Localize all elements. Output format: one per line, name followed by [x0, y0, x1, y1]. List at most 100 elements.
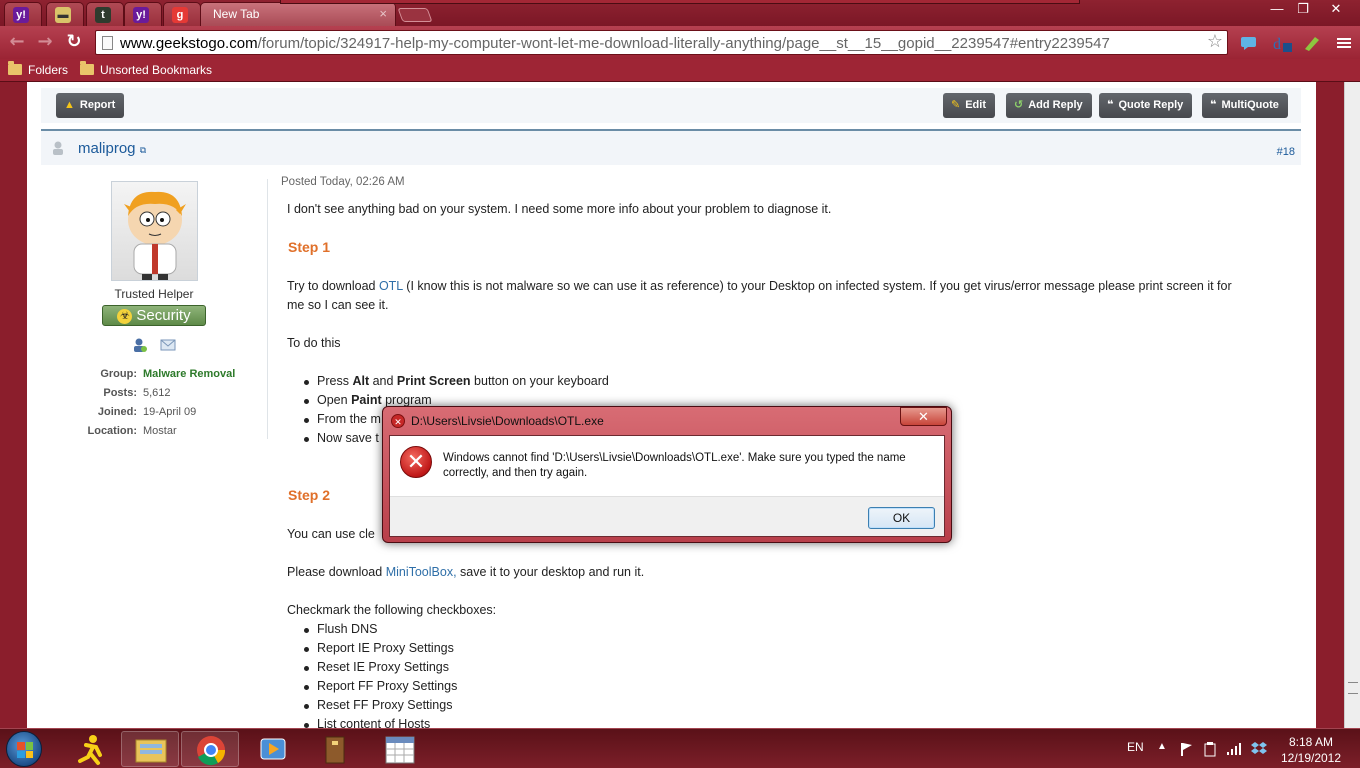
step2-heading: Step 2 — [288, 487, 331, 503]
taskbar-chrome[interactable] — [181, 731, 239, 767]
page-scrollbar[interactable] — [1344, 82, 1360, 728]
windows-logo-icon — [17, 742, 33, 758]
tab-2[interactable]: ▬ — [46, 2, 84, 26]
show-hidden-icons-icon[interactable]: ▲ — [1157, 741, 1167, 752]
page-viewport: ▲ Report ✎ Edit ↺ Add Reply ❝ Quote Reply ❝ M… — [0, 82, 1360, 728]
quote-reply-button[interactable]: ❝ Quote Reply — [1099, 93, 1193, 118]
site-favicon: t — [95, 7, 111, 23]
archive-icon — [325, 736, 345, 764]
folder-icon — [8, 61, 22, 75]
avatar[interactable] — [111, 181, 198, 281]
chrome-icon — [197, 736, 226, 766]
bookmarks-bar: Folders Unsorted Bookmarks — [0, 59, 1360, 82]
clock-date: 12/19/2012 — [1280, 751, 1342, 765]
reply-icon: ↺ — [1014, 99, 1024, 111]
taskbar-media[interactable] — [243, 731, 301, 767]
reload-button[interactable]: ↻ — [63, 32, 85, 54]
close-tab-icon[interactable]: × — [379, 6, 387, 21]
folder-icon — [80, 61, 94, 75]
forum-page: ▲ Report ✎ Edit ↺ Add Reply ❝ Quote Reply ❝ M… — [27, 82, 1316, 728]
list-item: Press Alt and Print Screen button on you… — [317, 374, 609, 388]
back-button[interactable]: ← — [6, 32, 28, 54]
language-indicator[interactable]: EN — [1127, 740, 1144, 754]
tab-bar: y! ▬ t y! g New Tab × — ❐ ✕ — [0, 0, 1360, 26]
forward-button[interactable]: → — [34, 32, 56, 54]
chat-extension-icon[interactable] — [1240, 35, 1260, 51]
svg-text:d: d — [1273, 36, 1281, 53]
url-text[interactable]: www.geekstogo.com/forum/topic/324917-hel… — [120, 35, 1110, 52]
step1-text-cont: me so I can see it. — [287, 298, 389, 312]
taskbar-explorer[interactable] — [121, 731, 179, 767]
security-badge: ☣ Security — [102, 305, 206, 326]
bullet — [304, 704, 309, 709]
clock-time: 8:18 AM — [1288, 735, 1334, 749]
post-author-link[interactable]: maliprog ⧉ — [78, 140, 146, 157]
pen-extension-icon[interactable] — [1303, 35, 1323, 51]
dialog-message: Windows cannot find 'D:\Users\Livsie\Dow… — [443, 452, 906, 479]
bookmark-unsorted[interactable]: Unsorted Bookmarks — [80, 61, 212, 77]
step1-heading: Step 1 — [288, 239, 331, 255]
new-tab-button[interactable] — [397, 8, 433, 22]
group-link[interactable]: Malware Removal — [143, 368, 235, 380]
bullet — [304, 380, 309, 385]
calendar-icon — [385, 736, 415, 764]
dialog-close-button[interactable]: ✕ — [900, 407, 947, 426]
edit-button[interactable]: ✎ Edit — [943, 93, 995, 118]
site-favicon: g — [172, 7, 188, 23]
bookmark-star-icon[interactable]: ☆ — [1207, 31, 1223, 52]
multiquote-button[interactable]: ❝ MultiQuote — [1202, 93, 1288, 118]
system-clock[interactable]: 8:18 AM 12/19/2012 — [1275, 734, 1347, 766]
tab-title: New Tab — [213, 7, 260, 21]
post-intro: I don't see anything bad on your system.… — [287, 202, 832, 216]
bookmark-folders[interactable]: Folders — [8, 61, 68, 77]
member-rank: Trusted Helper — [114, 287, 194, 301]
taskbar-archive[interactable] — [306, 731, 364, 767]
list-item: Reset FF Proxy Settings — [317, 698, 453, 712]
extension-icon[interactable]: d — [1273, 35, 1293, 53]
author-sidebar: Trusted Helper ☣ Security Group: Malware R… — [41, 165, 267, 440]
scroll-grip[interactable] — [1348, 682, 1358, 694]
device-icon[interactable] — [1202, 741, 1218, 757]
add-reply-button[interactable]: ↺ Add Reply — [1006, 93, 1092, 118]
bullet — [304, 666, 309, 671]
menu-icon[interactable] — [1336, 35, 1356, 51]
tab-yahoo-2[interactable]: y! — [124, 2, 162, 26]
checkmark-text: Checkmark the following checkboxes: — [287, 603, 497, 617]
yahoo-icon: y! — [133, 7, 149, 23]
browser-toolbar: ← → ↻ www.geekstogo.com/forum/topic/3249… — [0, 26, 1360, 59]
list-item: Reset IE Proxy Settings — [317, 660, 450, 674]
post-number-link[interactable]: #18 — [1277, 146, 1295, 158]
yahoo-icon: y! — [13, 7, 29, 23]
address-bar[interactable]: www.geekstogo.com/forum/topic/324917-hel… — [95, 30, 1228, 55]
view-profile-icon[interactable] — [132, 337, 148, 353]
signal-icon[interactable] — [1226, 741, 1242, 757]
tab-3[interactable]: t — [86, 2, 124, 26]
minitoolbox-link[interactable]: MiniToolBox, — [386, 565, 457, 579]
send-message-icon[interactable] — [160, 337, 176, 353]
close-window-button[interactable]: ✕ — [1318, 0, 1354, 20]
dropbox-icon[interactable] — [1251, 740, 1267, 756]
start-button[interactable] — [6, 731, 42, 767]
otl-link[interactable]: OTL — [379, 279, 403, 293]
post-header: maliprog ⧉ #18 — [41, 129, 1301, 165]
bullet — [304, 685, 309, 690]
list-item: List content of Hosts — [317, 717, 431, 728]
tab-5[interactable]: g — [163, 2, 201, 26]
list-item: From the m — [317, 412, 381, 426]
step2-text: You can use cle — [287, 527, 375, 541]
multiquote-icon: ❝ — [1210, 99, 1217, 111]
tab-yahoo-1[interactable]: y! — [4, 2, 42, 26]
report-button[interactable]: ▲ Report — [56, 93, 125, 118]
maximize-button[interactable]: ❐ — [1288, 0, 1318, 20]
taskbar-calendar[interactable] — [370, 731, 428, 767]
action-center-flag-icon[interactable] — [1178, 741, 1194, 757]
download-text: Please download MiniToolBox, save it to … — [287, 565, 645, 579]
taskbar: EN ▲ 8:18 AM 12/19/2012 — [0, 728, 1360, 768]
list-item: Flush DNS — [317, 622, 378, 636]
list-item: Open Paint program — [317, 393, 432, 407]
tab-new-tab[interactable]: New Tab × — [200, 2, 396, 26]
site-favicon: ▬ — [55, 7, 71, 23]
ok-button[interactable]: OK — [868, 507, 935, 529]
taskbar-aim[interactable] — [60, 731, 118, 767]
error-dialog: ✕ D:\Users\Livsie\Downloads\OTL.exe ✕ ✕ … — [382, 406, 952, 543]
